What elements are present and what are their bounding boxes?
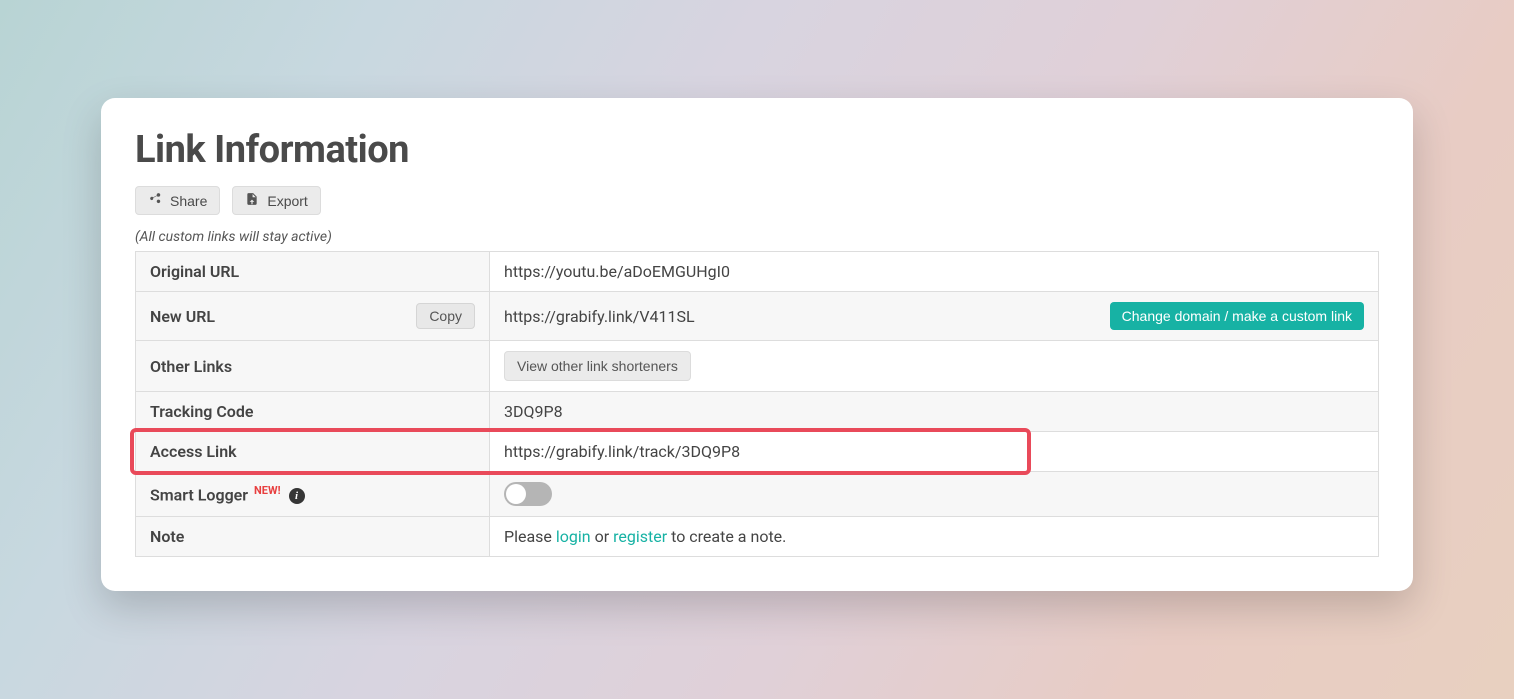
value-note: Please login or register to create a not…	[490, 517, 1379, 557]
subnote: (All custom links will stay active)	[135, 229, 1379, 245]
share-label: Share	[170, 193, 207, 209]
value-new-url: https://grabify.link/V411SL	[504, 307, 695, 326]
value-original-url: https://youtu.be/aDoEMGUHgI0	[490, 252, 1379, 292]
value-access-link: https://grabify.link/track/3DQ9P8	[490, 432, 1379, 472]
toggle-knob	[506, 484, 526, 504]
row-smart-logger: Smart Logger NEW! i	[136, 472, 1379, 517]
view-other-shorteners-button[interactable]: View other link shorteners	[504, 351, 691, 381]
row-other-links: Other Links View other link shorteners	[136, 341, 1379, 392]
label-access-link: Access Link	[136, 432, 490, 472]
label-original-url: Original URL	[136, 252, 490, 292]
row-original-url: Original URL https://youtu.be/aDoEMGUHgI…	[136, 252, 1379, 292]
share-icon	[148, 192, 162, 209]
label-smart-logger-text: Smart Logger	[150, 485, 248, 504]
value-smart-logger	[490, 472, 1379, 517]
row-note: Note Please login or register to create …	[136, 517, 1379, 557]
new-badge: NEW!	[254, 484, 281, 497]
row-access-link: Access Link https://grabify.link/track/3…	[136, 432, 1379, 472]
action-row: Share Export	[135, 186, 1379, 215]
link-info-table: Original URL https://youtu.be/aDoEMGUHgI…	[135, 251, 1379, 557]
link-info-card: Link Information Share Export (All custo…	[101, 98, 1413, 591]
export-icon	[245, 192, 259, 209]
label-smart-logger: Smart Logger NEW! i	[136, 472, 490, 517]
label-other-links: Other Links	[136, 341, 490, 392]
label-note: Note	[136, 517, 490, 557]
note-prefix: Please	[504, 527, 556, 546]
label-new-url-text: New URL	[150, 307, 215, 326]
note-suffix: to create a note.	[667, 527, 786, 546]
label-access-link-text: Access Link	[150, 442, 237, 461]
value-other-links: View other link shorteners	[490, 341, 1379, 392]
login-link[interactable]: login	[556, 527, 591, 546]
value-tracking-code: 3DQ9P8	[490, 392, 1379, 432]
register-link[interactable]: register	[613, 527, 667, 546]
export-label: Export	[267, 193, 307, 209]
info-icon[interactable]: i	[289, 488, 305, 504]
page-title: Link Information	[135, 128, 1379, 172]
change-domain-button[interactable]: Change domain / make a custom link	[1110, 302, 1364, 330]
note-mid: or	[591, 527, 613, 546]
row-tracking-code: Tracking Code 3DQ9P8	[136, 392, 1379, 432]
row-new-url: New URL Copy https://grabify.link/V411SL…	[136, 292, 1379, 341]
export-button[interactable]: Export	[232, 186, 320, 215]
label-tracking-code: Tracking Code	[136, 392, 490, 432]
share-button[interactable]: Share	[135, 186, 220, 215]
value-new-url-cell: https://grabify.link/V411SL Change domai…	[490, 292, 1379, 341]
smart-logger-toggle[interactable]	[504, 482, 552, 506]
copy-button[interactable]: Copy	[416, 303, 475, 329]
label-new-url: New URL Copy	[136, 292, 490, 341]
